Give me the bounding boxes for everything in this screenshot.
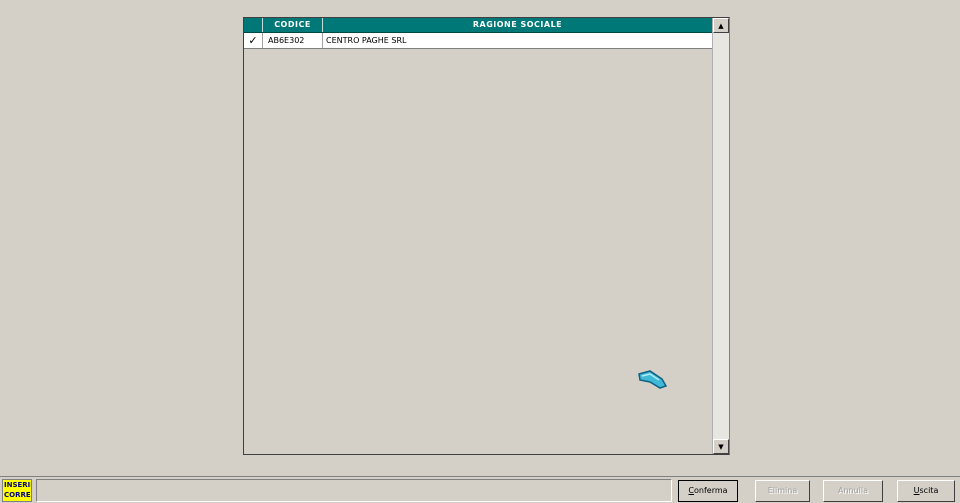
- scroll-up-icon[interactable]: ▲: [713, 18, 729, 33]
- row-code: AB6E302: [263, 33, 323, 48]
- exit-label: scita: [919, 486, 939, 495]
- confirm-button[interactable]: Conferma: [678, 480, 738, 502]
- confirm-label: onferma: [694, 486, 728, 495]
- header-name[interactable]: RAGIONE SOCIALE: [323, 18, 712, 32]
- status-message-field: [36, 479, 672, 502]
- header-code[interactable]: CODICE: [263, 18, 323, 32]
- cancel-button[interactable]: Annulla: [823, 480, 883, 502]
- delete-button[interactable]: Elimina: [755, 480, 810, 502]
- exit-button[interactable]: Uscita: [897, 480, 955, 502]
- mode-line-2: CORRENTE: [4, 491, 31, 499]
- row-name: CENTRO PAGHE SRL: [326, 36, 407, 45]
- row-checkmark-icon[interactable]: ✓: [244, 33, 263, 48]
- mode-line-1: INSERIMENTO: [4, 481, 31, 489]
- header-check-column: [244, 18, 263, 32]
- vertical-scrollbar[interactable]: ▲ ▼: [712, 18, 729, 454]
- pointer-cursor-icon: [638, 370, 668, 389]
- grid-header: CODICE RAGIONE SOCIALE: [244, 18, 712, 33]
- mode-badge: INSERIMENTO CORRENTE: [2, 479, 32, 502]
- scroll-down-icon[interactable]: ▼: [713, 439, 729, 454]
- table-row[interactable]: ✓ AB6E302 CENTRO PAGHE SRL: [244, 33, 712, 49]
- status-bar: INSERIMENTO CORRENTE Conferma Elimina An…: [0, 476, 960, 503]
